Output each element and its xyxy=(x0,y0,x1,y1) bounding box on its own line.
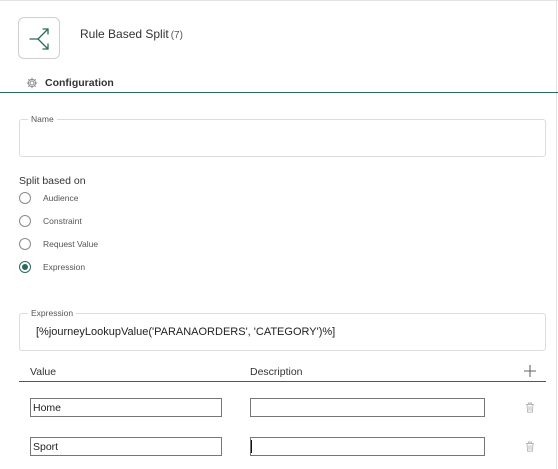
radio-constraint[interactable]: Constraint xyxy=(19,214,82,228)
plus-icon[interactable] xyxy=(522,363,538,379)
configuration-section-header[interactable]: Configuration xyxy=(26,75,114,91)
row-description-input[interactable] xyxy=(250,398,485,417)
expression-value[interactable]: [%journeyLookupValue('PARANAORDERS', 'CA… xyxy=(36,326,335,338)
radio-button[interactable] xyxy=(19,238,31,250)
node-title-text: Rule Based Split xyxy=(80,27,169,41)
radio-button[interactable] xyxy=(19,215,31,227)
node-count: (7) xyxy=(170,30,183,41)
radio-audience[interactable]: Audience xyxy=(19,191,78,205)
radio-label-audience: Audience xyxy=(43,193,79,203)
trash-icon[interactable] xyxy=(525,402,535,413)
expression-legend: Expression xyxy=(28,307,77,319)
row-value-input[interactable] xyxy=(30,437,222,456)
radio-label-request-value: Request Value xyxy=(43,239,99,249)
name-fieldset: Name xyxy=(19,113,546,157)
table-header-divider xyxy=(19,381,546,382)
radio-button[interactable] xyxy=(19,192,31,204)
node-title: Rule Based Split (7) xyxy=(80,27,183,41)
name-input[interactable] xyxy=(20,120,545,156)
split-based-on-label: Split based on xyxy=(19,175,86,187)
top-border xyxy=(0,0,558,1)
column-header-value: Value xyxy=(30,366,57,378)
row-value-input[interactable] xyxy=(30,398,222,417)
right-border xyxy=(556,0,557,469)
radio-label-expression: Expression xyxy=(43,262,86,272)
trash-icon[interactable] xyxy=(525,441,535,452)
row-description-input[interactable] xyxy=(250,437,485,456)
node-type-icon xyxy=(18,17,60,59)
text-caret xyxy=(251,440,252,453)
expression-fieldset[interactable]: Expression [%journeyLookupValue('PARANAO… xyxy=(19,307,546,351)
radio-button-selected[interactable] xyxy=(19,261,31,273)
radio-request-value[interactable]: Request Value xyxy=(19,237,98,251)
configuration-label: Configuration xyxy=(45,77,114,89)
radio-label-constraint: Constraint xyxy=(43,216,82,226)
column-header-description: Description xyxy=(250,366,303,378)
gear-icon xyxy=(26,77,38,89)
section-divider xyxy=(0,92,558,93)
radio-expression[interactable]: Expression xyxy=(19,260,85,274)
split-arrows-icon xyxy=(29,28,49,50)
